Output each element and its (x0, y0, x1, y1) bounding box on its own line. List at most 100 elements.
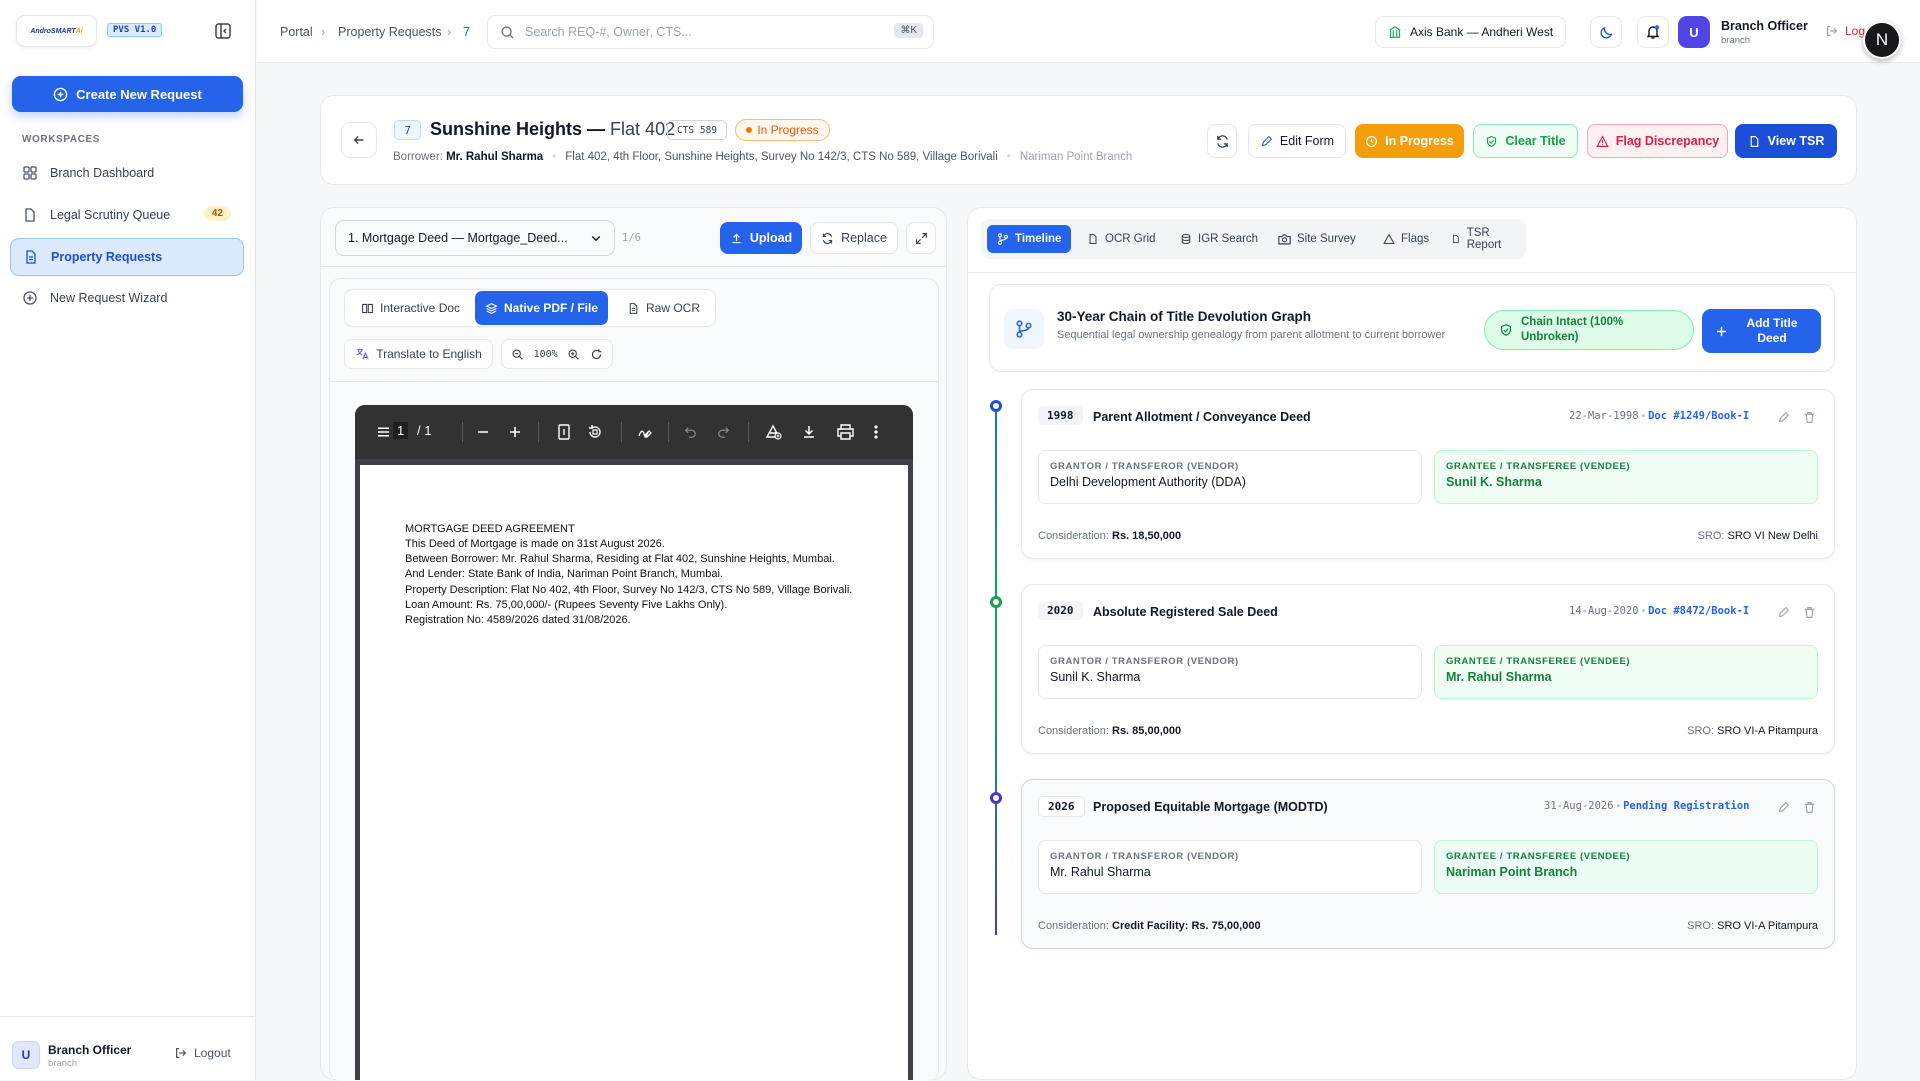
edit-icon[interactable] (1777, 606, 1790, 619)
fit-page-icon[interactable] (557, 424, 571, 440)
flag-discrepancy-button[interactable]: Flag Discrepancy (1587, 124, 1728, 158)
graph-subtitle: Sequential legal ownership genealogy fro… (1057, 329, 1446, 341)
reset-zoom-icon[interactable] (590, 348, 603, 361)
replace-button[interactable]: Replace (810, 222, 898, 254)
refresh-button[interactable] (1207, 124, 1237, 158)
translate-button[interactable]: Translate to English (344, 339, 493, 369)
undo-icon[interactable] (683, 425, 697, 439)
user-role: branch (1721, 35, 1751, 46)
avatar[interactable]: U (1678, 16, 1710, 48)
tab-ocr-grid[interactable]: OCR Grid (1077, 225, 1165, 253)
annotate-icon[interactable] (637, 424, 653, 440)
search-bar[interactable]: ⌘K (487, 15, 934, 49)
logout-button[interactable]: Log (1825, 24, 1865, 38)
clear-title-button[interactable]: Clear Title (1473, 124, 1578, 158)
expand-button[interactable] (906, 222, 936, 254)
title-entry[interactable]: 2020 Absolute Registered Sale Deed 14-Au… (1021, 584, 1835, 754)
avatar[interactable]: U (12, 1041, 40, 1069)
vendee-card: GRANTEE / TRANSFEREE (VENDEE) Mr. Rahul … (1434, 645, 1818, 699)
plus-circle-icon (53, 87, 68, 101)
sro: SRO: SRO VI New Delhi (1697, 530, 1818, 542)
timeline-node (990, 596, 1002, 608)
consideration: Consideration: Rs. 85,00,000 (1038, 725, 1182, 737)
vendor-name: Sunil K. Sharma (1050, 670, 1141, 684)
breadcrumb-current[interactable]: 7 (463, 25, 470, 39)
tab-interactive-doc[interactable]: Interactive Doc (351, 291, 470, 325)
graph-title: 30-Year Chain of Title Devolution Graph (1057, 309, 1312, 324)
status-badge: In Progress (735, 119, 830, 141)
zoom-controls: 100% (501, 339, 613, 369)
download-icon[interactable] (801, 424, 817, 440)
logout-button[interactable]: Logout (174, 1046, 231, 1060)
sro: SRO: SRO VI-A Pitampura (1687, 725, 1818, 737)
sidebar-item-new-request-wizard[interactable]: New Request Wizard (10, 279, 244, 317)
in-progress-button[interactable]: In Progress (1355, 124, 1464, 158)
sidebar-item-branch-dashboard[interactable]: Branch Dashboard (10, 154, 244, 192)
notifications-button[interactable] (1637, 16, 1669, 48)
menu-icon[interactable] (377, 426, 390, 438)
chain-status-badge: Chain Intact (100% Unbroken) (1484, 310, 1694, 350)
view-tsr-button[interactable]: View TSR (1735, 124, 1837, 158)
edit-icon[interactable] (1777, 411, 1790, 424)
branch-name: Nariman Point Branch (1019, 151, 1133, 163)
upload-button[interactable]: Upload (720, 222, 802, 254)
tab-flags[interactable]: Flags (1373, 225, 1439, 253)
trash-icon[interactable] (1803, 411, 1816, 424)
edit-icon[interactable] (1777, 801, 1790, 814)
tab-igr-search[interactable]: IGR Search (1170, 225, 1268, 253)
pdf-line: Loan Amount: Rs. 75,00,000/- (Rupees Sev… (405, 599, 728, 611)
tab-native-pdf[interactable]: Native PDF / File (475, 291, 609, 325)
zoom-out-icon[interactable] (511, 348, 524, 361)
redo-icon[interactable] (717, 425, 731, 439)
tab-site-survey[interactable]: Site Survey (1268, 225, 1366, 253)
title-entry[interactable]: 1998 Parent Allotment / Conveyance Deed … (1021, 389, 1835, 559)
app-logo[interactable]: AndroSMART Ai (16, 15, 97, 47)
tab-tsr-report[interactable]: TSR Report (1441, 225, 1526, 253)
zoom-out-icon[interactable] (477, 426, 489, 438)
sidebar-item-legal-scrutiny-queue[interactable]: Legal Scrutiny Queue 42 (10, 196, 244, 234)
trash-icon[interactable] (1803, 801, 1816, 814)
sidebar-item-property-requests[interactable]: Property Requests (10, 238, 244, 276)
sidebar-collapse-icon[interactable] (214, 22, 232, 40)
document-select[interactable]: 1. Mortgage Deed — Mortgage_Deed... (335, 220, 615, 256)
chevron-right-icon: › (447, 25, 452, 39)
search-input[interactable] (525, 25, 885, 39)
shield-check-icon (1501, 324, 1511, 336)
theme-toggle-button[interactable] (1590, 16, 1622, 48)
create-new-request-button[interactable]: Create New Request (12, 76, 243, 112)
floating-avatar[interactable]: N (1863, 21, 1901, 59)
add-title-deed-button[interactable]: Add Title Deed (1702, 309, 1821, 353)
workspaces-label: WORKSPACES (22, 134, 101, 145)
timeline-node (990, 792, 1002, 804)
expand-icon (915, 232, 927, 244)
layers-icon (485, 302, 498, 314)
shield-check-icon (1487, 135, 1497, 147)
title-entry[interactable]: 2026 Proposed Equitable Mortgage (MODTD)… (1021, 779, 1835, 949)
document-icon (1750, 135, 1758, 147)
page-title: Sunshine Heights — Flat 402 (430, 119, 676, 139)
vendor-name: Delhi Development Authority (DDA) (1050, 475, 1246, 489)
sidebar-footer: U Branch Officer branch Logout (0, 1016, 256, 1080)
print-icon[interactable] (837, 424, 854, 440)
pencil-icon (1261, 135, 1273, 146)
request-header-card: 7 Sunshine Heights — Flat 402 CTS 589 In… (320, 95, 1857, 185)
edit-form-button[interactable]: Edit Form (1248, 124, 1346, 158)
git-branch-icon (997, 233, 1009, 245)
pdf-page-input[interactable]: 1 (393, 422, 409, 439)
zoom-in-icon[interactable] (509, 426, 521, 438)
breadcrumb-property-requests[interactable]: Property Requests (338, 25, 442, 39)
more-vertical-icon[interactable] (874, 424, 878, 440)
tab-timeline[interactable]: Timeline (987, 225, 1072, 253)
branch-selector[interactable]: Axis Bank — Andheri West (1375, 16, 1567, 48)
back-button[interactable] (341, 122, 377, 158)
tab-raw-ocr[interactable]: Raw OCR (617, 291, 710, 325)
save-to-drive-icon[interactable] (764, 424, 782, 440)
trash-icon[interactable] (1803, 606, 1816, 619)
pdf-line: Between Borrower: Mr. Rahul Sharma, Resi… (405, 553, 835, 565)
rotate-icon[interactable] (587, 424, 603, 440)
request-meta: Borrower: Mr. Rahul Sharma • Flat 402, 4… (393, 151, 1133, 163)
search-shortcut: ⌘K (894, 23, 923, 38)
year-badge: 2026 (1038, 796, 1085, 817)
breadcrumb-portal[interactable]: Portal (280, 25, 313, 39)
zoom-in-icon[interactable] (567, 348, 580, 361)
